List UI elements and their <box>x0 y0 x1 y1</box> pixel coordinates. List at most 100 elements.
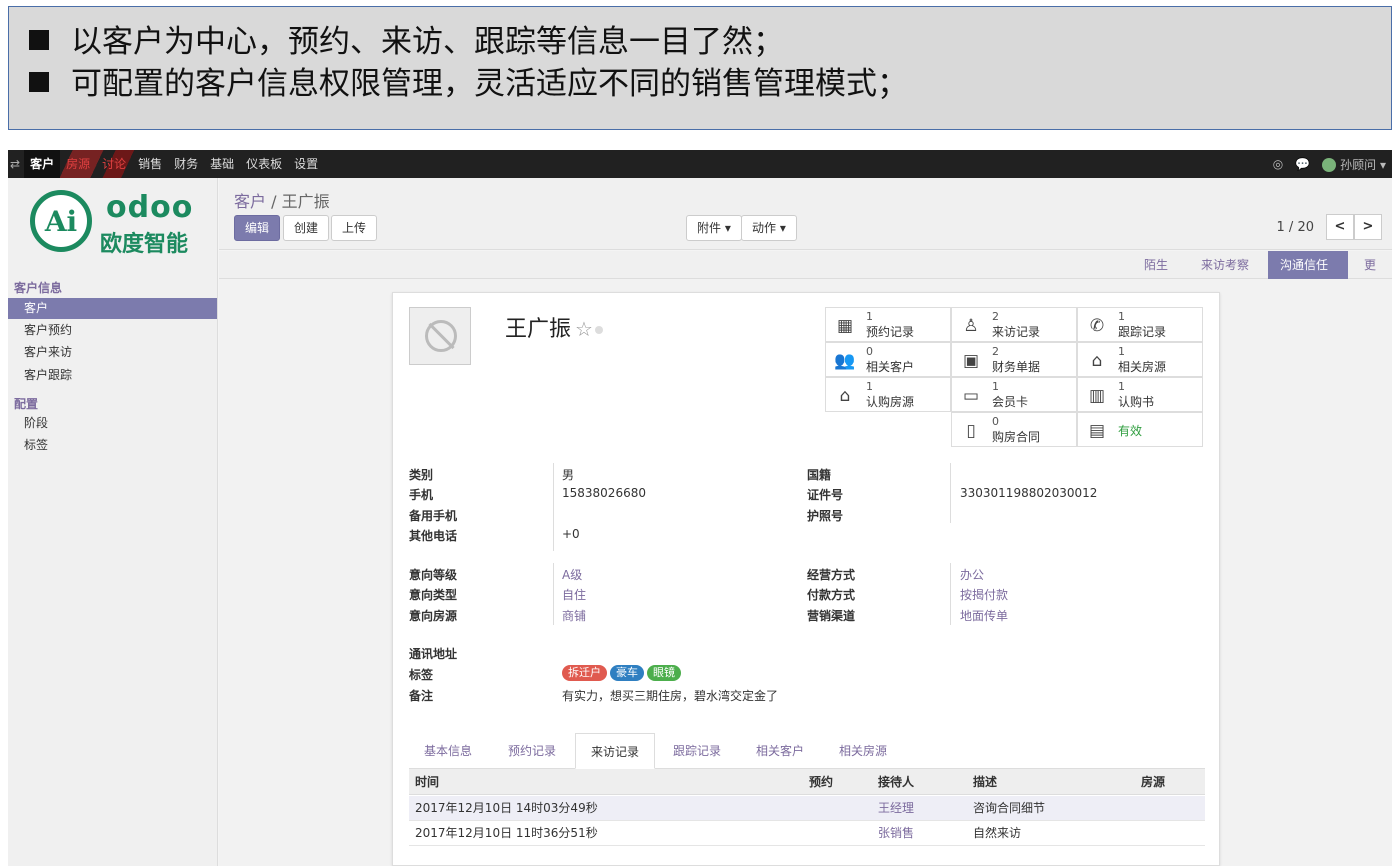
home-icon: ⌂ <box>1091 351 1103 371</box>
field-label-address: 通讯地址 <box>409 647 458 661</box>
smart-button-contract[interactable]: ▯ 0 购房合同 <box>951 412 1077 447</box>
sidebar-item-customer[interactable]: 客户 <box>8 298 217 319</box>
field-label-intent-property: 意向房源 <box>409 609 458 623</box>
field-label-passport: 护照号 <box>807 509 844 523</box>
stage-more[interactable]: 更多 <box>1352 251 1392 300</box>
field-label-tags: 标签 <box>409 668 434 682</box>
user-menu[interactable]: 孙顾问 ▾ <box>1322 156 1386 173</box>
smart-button-finance[interactable]: ▣ 2 财务单据 <box>951 342 1077 377</box>
smart-button-appointments[interactable]: ▦ 1 预约记录 <box>825 307 951 342</box>
field-value-intent-property[interactable]: 商铺 <box>562 607 586 624</box>
menu-customer[interactable]: 客户 <box>24 150 61 178</box>
smart-button-related-customers[interactable]: 👥 0 相关客户 <box>825 342 951 377</box>
smart-button-visits[interactable]: ♙ 2 来访记录 <box>951 307 1077 342</box>
field-value-payment[interactable]: 按揭付款 <box>960 586 1008 603</box>
field-label-other-phone: 其他电话 <box>409 529 458 543</box>
column-header-property[interactable]: 房源 <box>1141 769 1165 795</box>
menu-settings[interactable]: 设置 <box>288 150 324 178</box>
sidebar-item-appointment[interactable]: 客户预约 <box>8 320 217 341</box>
customer-name-heading: 王广振 ☆ <box>505 311 603 343</box>
sidebar-item-tracking[interactable]: 客户跟踪 <box>8 365 217 386</box>
bullet-square-icon <box>29 72 49 92</box>
sidebar-item-stage[interactable]: 阶段 <box>8 413 217 434</box>
menu-property[interactable]: 房源 <box>60 150 96 178</box>
field-value-note[interactable]: 有实力，想买三期住房，碧水湾交定金了 <box>562 687 778 704</box>
cell-receptionist[interactable]: 王经理 <box>878 796 914 821</box>
phone-icon: ✆ <box>1089 316 1105 336</box>
menu-sales[interactable]: 销售 <box>132 150 168 178</box>
menu-basic[interactable]: 基础 <box>204 150 240 178</box>
field-label-intent-level: 意向等级 <box>409 568 458 582</box>
tab-tracking[interactable]: 跟踪记录 <box>658 733 736 769</box>
top-right-area: ◎ 💬 孙顾问 ▾ <box>1273 150 1386 178</box>
tag-badge[interactable]: 拆迁户 <box>562 665 607 681</box>
field-value-mobile[interactable]: 15838026680 <box>562 486 646 500</box>
smart-button-member-card[interactable]: ▭ 1 会员卡 <box>951 377 1077 412</box>
column-header-time[interactable]: 时间 <box>415 769 439 795</box>
field-value-intent-type[interactable]: 自住 <box>562 586 586 603</box>
top-navbar: ⇄ 客户 房源 讨论 销售 财务 基础 仪表板 设置 ◎ 💬 孙顾问 ▾ <box>8 150 1392 178</box>
pager-value: 1 / 20 <box>1276 220 1314 235</box>
field-value-business-mode[interactable]: 办公 <box>960 566 984 583</box>
column-header-receptionist[interactable]: 接待人 <box>878 769 914 795</box>
field-label-business-mode: 经营方式 <box>807 568 856 582</box>
smart-button-active[interactable]: ▤ 有效 <box>1077 412 1203 447</box>
field-value-other-phone[interactable]: +0 <box>562 527 580 541</box>
odoo-app-window: ⇄ 客户 房源 讨论 销售 财务 基础 仪表板 设置 ◎ 💬 孙顾问 ▾ Ai … <box>8 150 1392 866</box>
column-header-appointment[interactable]: 预约 <box>809 769 833 795</box>
field-label-note: 备注 <box>409 689 434 703</box>
sidebar-item-visit[interactable]: 客户来访 <box>8 342 217 363</box>
smart-button-subscribed-properties[interactable]: ⌂ 1 认购房源 <box>825 377 951 412</box>
users-icon: 👥 <box>834 351 856 371</box>
column-header-description[interactable]: 描述 <box>973 769 997 795</box>
field-label-payment: 付款方式 <box>807 588 856 602</box>
banner-line-2: 可配置的客户信息权限管理，灵活适应不同的销售管理模式； <box>29 63 1391 105</box>
action-dropdown[interactable]: 动作 ▾ <box>741 215 797 241</box>
menu-dashboard[interactable]: 仪表板 <box>240 150 288 178</box>
chat-icon[interactable]: 💬 <box>1295 157 1310 171</box>
stage-stranger[interactable]: 陌生 <box>1132 251 1180 279</box>
sidebar: Ai odoo 欧度智能 客户信息 客户 客户预约 客户来访 客户跟踪 配置 阶… <box>8 178 218 866</box>
field-value-category[interactable]: 男 <box>562 466 574 483</box>
attachment-dropdown[interactable]: 附件 ▾ <box>686 215 742 241</box>
card-icon: ▭ <box>962 386 980 406</box>
upload-button[interactable]: 上传 <box>331 215 378 241</box>
tag-badge[interactable]: 豪车 <box>610 665 644 681</box>
tab-related-customers[interactable]: 相关客户 <box>741 733 819 769</box>
tab-visits[interactable]: 来访记录 <box>575 733 656 769</box>
pager-previous-button[interactable]: < <box>1326 214 1354 240</box>
field-value-channel[interactable]: 地面传单 <box>960 607 1008 624</box>
field-value-id-number[interactable]: 330301198802030012 <box>960 486 1097 500</box>
create-button[interactable]: 创建 <box>283 215 330 241</box>
table-row[interactable]: 2017年12月10日 11时36分51秒 张销售 自然来访 <box>409 821 1205 846</box>
stage-trust[interactable]: 沟通信任 <box>1268 251 1348 279</box>
stage-visit[interactable]: 来访考察 <box>1189 251 1261 279</box>
avatar <box>1322 157 1337 172</box>
cell-receptionist[interactable]: 张销售 <box>878 821 914 846</box>
logo-mark: Ai <box>30 190 92 252</box>
archive-icon: ▤ <box>1088 421 1106 441</box>
sidebar-item-tag[interactable]: 标签 <box>8 435 217 456</box>
breadcrumb-parent[interactable]: 客户 <box>234 192 266 211</box>
notification-icon[interactable]: ◎ <box>1273 157 1283 171</box>
tab-basic-info[interactable]: 基本信息 <box>409 733 487 769</box>
logo-text-odoo: odoo <box>106 190 194 225</box>
pager-next-button[interactable]: > <box>1354 214 1382 240</box>
star-icon[interactable]: ☆ <box>575 317 593 341</box>
calendar-icon: ▦ <box>836 316 854 336</box>
tab-appointments[interactable]: 预约记录 <box>493 733 571 769</box>
table-row[interactable]: 2017年12月10日 14时03分49秒 王经理 咨询合同细节 <box>409 796 1205 821</box>
customer-photo[interactable] <box>409 307 471 365</box>
smart-button-tracking[interactable]: ✆ 1 跟踪记录 <box>1077 307 1203 342</box>
menu-finance[interactable]: 财务 <box>168 150 204 178</box>
menu-discuss[interactable]: 讨论 <box>96 150 132 178</box>
smart-button-related-properties[interactable]: ⌂ 1 相关房源 <box>1077 342 1203 377</box>
edit-button[interactable]: 编辑 <box>234 215 281 241</box>
breadcrumb-separator: / <box>271 192 277 211</box>
tab-related-properties[interactable]: 相关房源 <box>824 733 902 769</box>
tag-badge[interactable]: 眼镜 <box>647 665 681 681</box>
field-value-intent-level[interactable]: A级 <box>562 566 582 583</box>
smart-button-subscription[interactable]: ▥ 1 认购书 <box>1077 377 1203 412</box>
field-label-id-number: 证件号 <box>807 488 844 502</box>
apps-toggle-icon[interactable]: ⇄ <box>8 150 24 178</box>
